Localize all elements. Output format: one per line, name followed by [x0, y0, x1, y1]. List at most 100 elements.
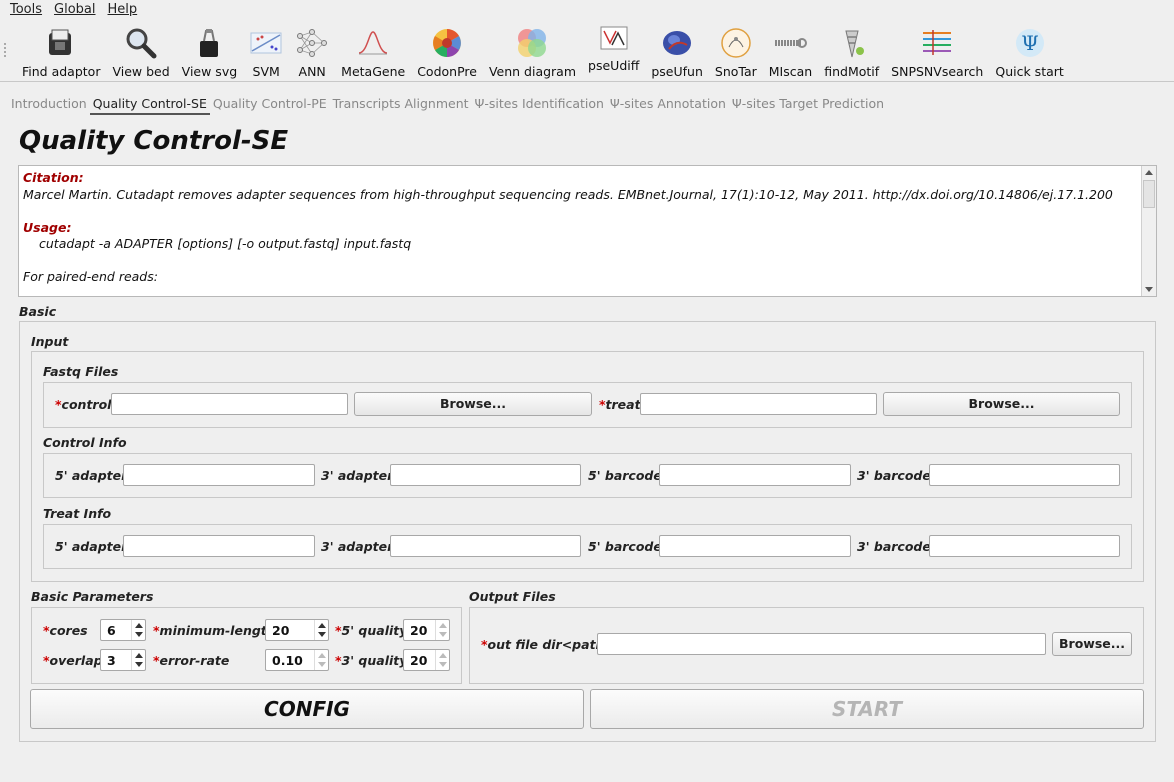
cores-spinbox[interactable]: 6 — [100, 619, 146, 641]
spin-up-icon[interactable] — [439, 623, 447, 628]
scrollbar-thumb[interactable] — [1143, 180, 1155, 208]
control-browse-button[interactable]: Browse... — [354, 392, 592, 416]
spin-down-icon[interactable] — [135, 662, 143, 667]
scroll-down-icon[interactable] — [1145, 287, 1153, 292]
spin-down-icon[interactable] — [318, 632, 326, 637]
spin-up-icon[interactable] — [318, 653, 326, 658]
basic-parameters-group — [31, 607, 462, 684]
control-barcode5-label: 5' barcode — [588, 468, 662, 483]
treat-adapter5-label: 5' adapter — [55, 539, 128, 554]
codon-wheel-icon — [430, 26, 464, 60]
overlap-label: *overlap — [43, 653, 103, 668]
tool-snpsnvsearch[interactable]: SNPSNVsearch — [885, 21, 989, 79]
citation-text: Marcel Martin. Cutadapt removes adapter … — [23, 186, 1113, 202]
control-barcode3-input[interactable] — [929, 464, 1120, 486]
tab-psi-sites-annotation[interactable]: Ψ-sites Annotation — [607, 95, 729, 115]
tab-introduction[interactable]: Introduction — [8, 95, 90, 115]
spin-up-icon[interactable] — [135, 623, 143, 628]
citation-textbox[interactable]: Citation: Marcel Martin. Cutadapt remove… — [18, 165, 1157, 297]
svm-plot-icon — [249, 26, 283, 60]
fastq-group-title: Fastq Files — [43, 364, 119, 379]
treat-adapter3-input[interactable] — [390, 535, 581, 557]
menu-tools[interactable]: Tools — [4, 0, 48, 20]
overlap-spinbox[interactable]: 3 — [100, 649, 146, 671]
config-button[interactable]: CONFIG — [30, 689, 584, 729]
minimum-length-label: *minimum-length — [153, 623, 276, 638]
control-file-input[interactable] — [111, 393, 348, 415]
quality5-label: *5' quality — [335, 623, 408, 638]
spin-down-icon[interactable] — [439, 632, 447, 637]
tool-view-bed[interactable]: View bed — [106, 21, 175, 79]
control-label: *control — [55, 397, 112, 412]
usage-text: cutadapt -a ADAPTER [options] [-o output… — [39, 236, 412, 251]
tool-pseudiff[interactable]: pseUdiff — [582, 15, 645, 73]
treat-browse-button[interactable]: Browse... — [883, 392, 1120, 416]
tool-findmotif[interactable]: findMotif — [818, 21, 885, 79]
treat-file-input[interactable] — [640, 393, 877, 415]
spin-down-icon[interactable] — [318, 662, 326, 667]
tool-codonpre[interactable]: CodonPre — [411, 21, 483, 79]
tool-view-svg[interactable]: View svg — [176, 21, 243, 79]
tool-pseufun[interactable]: pseUfun — [645, 21, 709, 79]
pseudiff-icon — [597, 20, 631, 54]
output-files-title: Output Files — [469, 589, 556, 604]
citation-label: Citation: — [23, 170, 84, 185]
spin-down-icon[interactable] — [439, 662, 447, 667]
input-group-title: Input — [31, 334, 69, 349]
tool-find-adaptor[interactable]: Find adaptor — [16, 21, 106, 79]
control-adapter5-input[interactable] — [123, 464, 315, 486]
magnifier-icon — [124, 26, 158, 60]
spin-up-icon[interactable] — [135, 653, 143, 658]
findmotif-icon — [835, 26, 869, 60]
tool-miscan[interactable]: MIscan — [763, 21, 818, 79]
tool-venn-diagram[interactable]: Venn diagram — [483, 21, 582, 79]
tab-quality-control-pe[interactable]: Quality Control-PE — [210, 95, 330, 115]
spin-up-icon[interactable] — [318, 623, 326, 628]
paired-end-text: For paired-end reads: — [23, 269, 158, 284]
tool-quick-start[interactable]: Ψ Quick start — [989, 21, 1069, 79]
treat-barcode3-input[interactable] — [929, 535, 1120, 557]
tab-bar: Introduction Quality Control-SE Quality … — [8, 95, 887, 115]
treat-barcode3-label: 3' barcode — [857, 539, 931, 554]
error-rate-spinbox[interactable]: 0.10 — [265, 649, 329, 671]
basic-parameters-title: Basic Parameters — [31, 589, 154, 604]
tool-svm[interactable]: SVM — [243, 21, 289, 79]
snotar-icon — [719, 26, 753, 60]
minimum-length-spinbox[interactable]: 20 — [265, 619, 329, 641]
network-icon — [295, 26, 329, 60]
snpsnv-icon — [920, 26, 954, 60]
control-adapter3-input[interactable] — [390, 464, 581, 486]
tool-snotar[interactable]: SnoTar — [709, 21, 763, 79]
treat-barcode5-input[interactable] — [659, 535, 851, 557]
tab-psi-sites-identification[interactable]: Ψ-sites Identification — [472, 95, 607, 115]
miscan-icon — [773, 26, 808, 60]
control-barcode5-input[interactable] — [659, 464, 851, 486]
pseufun-icon — [660, 26, 694, 60]
treat-label: *treat — [599, 397, 641, 412]
psi-icon: Ψ — [1013, 26, 1047, 60]
svg-text:Ψ: Ψ — [1021, 31, 1039, 55]
quality5-spinbox[interactable]: 20 — [403, 619, 450, 641]
quality3-spinbox[interactable]: 20 — [403, 649, 450, 671]
tool-ann[interactable]: ANN — [289, 21, 335, 79]
toolbar-grip-handle[interactable] — [4, 43, 10, 57]
scroll-up-icon[interactable] — [1145, 170, 1153, 175]
treat-adapter5-input[interactable] — [123, 535, 315, 557]
spin-down-icon[interactable] — [135, 632, 143, 637]
tab-quality-control-se[interactable]: Quality Control-SE — [89, 95, 210, 115]
tool-metagene[interactable]: MetaGene — [335, 21, 411, 79]
menu-help[interactable]: Help — [102, 0, 144, 20]
outdir-browse-button[interactable]: Browse... — [1052, 632, 1132, 656]
tab-transcripts-alignment[interactable]: Transcripts Alignment — [330, 95, 472, 115]
outdir-input[interactable] — [597, 633, 1046, 655]
quality3-label: *3' quality — [335, 653, 408, 668]
toolbar: Find adaptor View bed View svg SVM ANN M… — [0, 21, 1174, 82]
cores-label: *cores — [43, 623, 88, 638]
control-info-title: Control Info — [43, 435, 127, 450]
tab-psi-sites-target-prediction[interactable]: Ψ-sites Target Prediction — [729, 95, 887, 115]
citation-scrollbar[interactable] — [1141, 166, 1156, 296]
spin-up-icon[interactable] — [439, 653, 447, 658]
menu-global[interactable]: Global — [48, 0, 101, 20]
start-button[interactable]: START — [590, 689, 1144, 729]
error-rate-label: *error-rate — [153, 653, 230, 668]
